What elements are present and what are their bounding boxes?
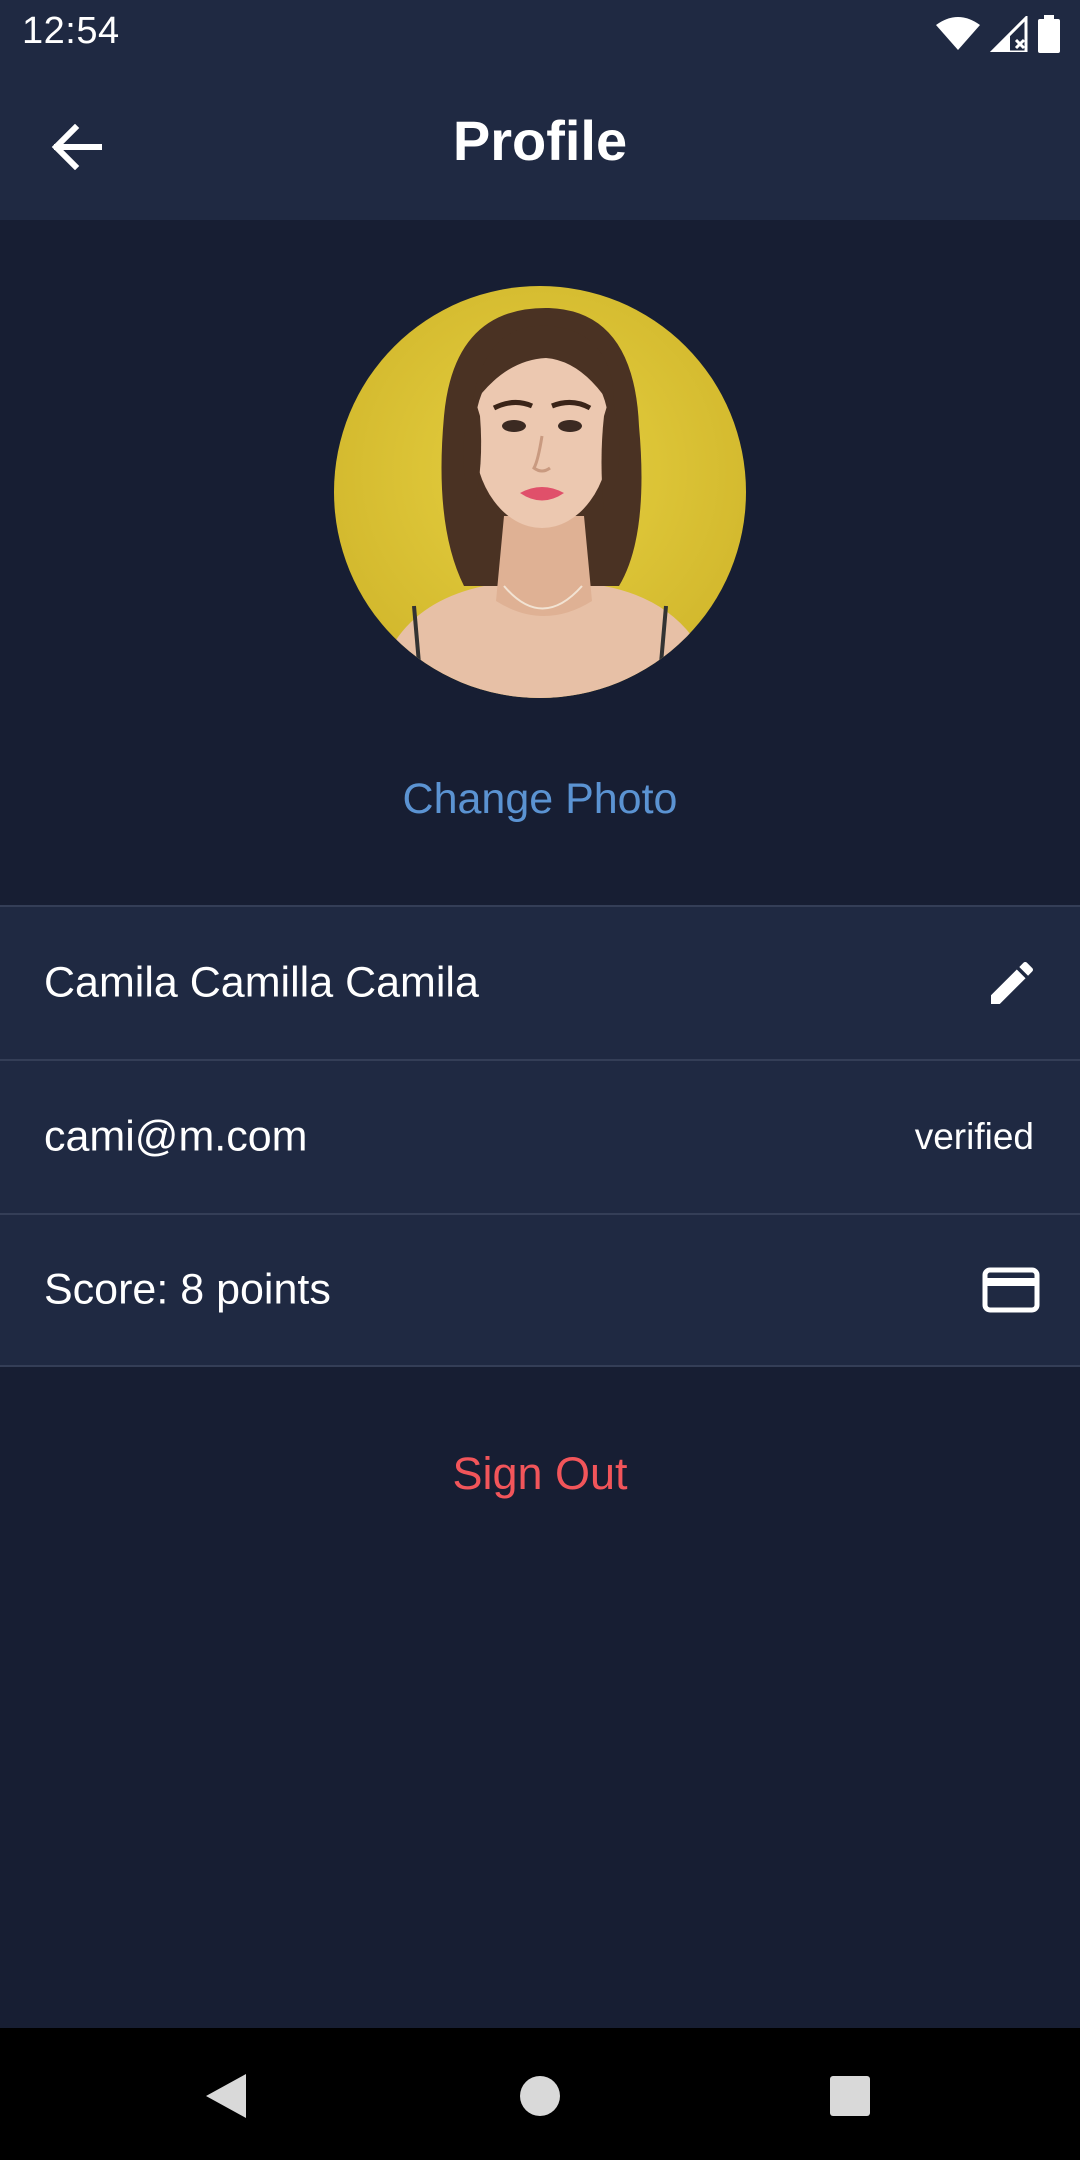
app-bar: Profile [0, 70, 1080, 220]
change-photo-button[interactable]: Change Photo [0, 775, 1080, 824]
email-row: cami@m.com verified [0, 1059, 1080, 1213]
avatar[interactable] [334, 286, 746, 698]
signal-icon [990, 16, 1028, 52]
profile-photo [334, 286, 746, 698]
credit-card-icon [982, 1267, 1040, 1313]
nav-recents-button[interactable] [818, 2064, 882, 2128]
recents-square-icon [830, 2076, 870, 2116]
status-time: 12:54 [22, 10, 120, 52]
nav-back-button[interactable] [194, 2064, 258, 2128]
nav-home-button[interactable] [508, 2064, 572, 2128]
score-text: Score: 8 points [44, 1265, 331, 1314]
profile-info-list: Camila Camilla Camila cami@m.com verifie… [0, 905, 1080, 1367]
back-triangle-icon [206, 2074, 246, 2118]
wifi-icon [936, 17, 980, 50]
name-text: Camila Camilla Camila [44, 958, 479, 1007]
name-row: Camila Camilla Camila [0, 905, 1080, 1059]
edit-name-button[interactable] [984, 955, 1040, 1011]
home-circle-icon [520, 2076, 560, 2116]
score-row: Score: 8 points [0, 1213, 1080, 1367]
battery-icon [1038, 15, 1060, 53]
page-title: Profile [452, 109, 628, 172]
score-card-button[interactable] [982, 1267, 1040, 1313]
pencil-icon [991, 961, 1034, 1004]
navigation-bar [0, 2028, 1080, 2160]
verified-badge: verified [914, 1116, 1034, 1157]
status-icons [936, 14, 1060, 54]
sign-out-button[interactable]: Sign Out [0, 1448, 1080, 1500]
status-bar: 12:54 [0, 0, 1080, 70]
email-text: cami@m.com [44, 1112, 308, 1161]
